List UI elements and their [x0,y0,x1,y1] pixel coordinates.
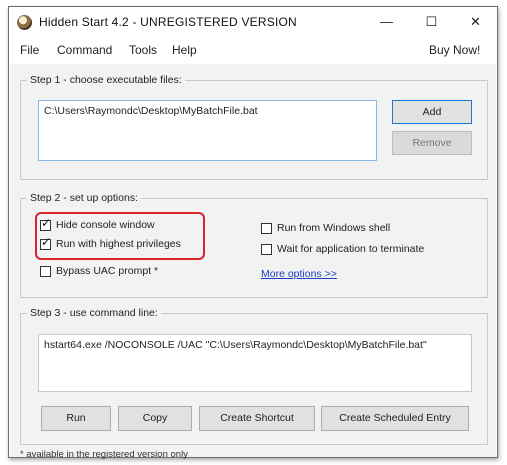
checkbox-box[interactable] [40,265,51,277]
create-scheduled-entry-button[interactable]: Create Scheduled Entry [321,406,469,431]
title-bar[interactable]: Hidden Start 4.2 - UNREGISTERED VERSION … [9,7,497,37]
minimize-button[interactable]: — [364,7,409,37]
menu-file[interactable]: File [20,43,39,57]
run-button[interactable]: Run [41,406,111,431]
footnote: * available in the registered version on… [20,449,188,460]
menu-bar: File Command Tools Help Buy Now! [9,40,497,60]
close-button[interactable]: ✕ [453,7,498,37]
hide-console-label: Hide console window [56,219,155,231]
highest-privileges-checkbox[interactable]: ✓ Run with highest privileges [40,234,181,250]
app-window: Hidden Start 4.2 - UNREGISTERED VERSION … [8,6,498,460]
checkmark-icon: ✓ [41,215,52,230]
file-list-item[interactable]: C:\Users\Raymondc\Desktop\MyBatchFile.ba… [44,105,258,117]
highest-privileges-label: Run with highest privileges [56,238,181,250]
menu-help[interactable]: Help [172,43,197,57]
add-button[interactable]: Add [392,100,472,124]
bypass-uac-checkbox[interactable]: Bypass UAC prompt * [40,265,158,277]
menu-buy-now[interactable]: Buy Now! [429,43,480,57]
checkbox-box[interactable]: ✓ [40,215,52,231]
create-shortcut-button[interactable]: Create Shortcut [199,406,315,431]
copy-button[interactable]: Copy [118,406,192,431]
remove-button[interactable]: Remove [392,131,472,155]
step2-legend: Step 2 - set up options: [30,192,138,204]
menu-tools[interactable]: Tools [129,43,157,57]
checkmark-icon: ✓ [41,234,52,249]
hide-console-checkbox[interactable]: ✓ Hide console window [40,215,155,231]
maximize-button[interactable]: ☐ [409,7,454,37]
client-area: Step 1 - choose executable files: C:\Use… [10,64,496,460]
command-line-text[interactable]: hstart64.exe /NOCONSOLE /UAC "C:\Users\R… [44,339,427,351]
app-icon [17,15,32,30]
window-title: Hidden Start 4.2 - UNREGISTERED VERSION [39,15,297,29]
wait-terminate-label: Wait for application to terminate [277,243,425,255]
bypass-uac-label: Bypass UAC prompt * [56,265,159,277]
checkbox-box[interactable] [261,243,272,255]
step1-legend: Step 1 - choose executable files: [30,74,182,86]
command-line-field[interactable]: hstart64.exe /NOCONSOLE /UAC "C:\Users\R… [38,334,472,392]
file-list[interactable]: C:\Users\Raymondc\Desktop\MyBatchFile.ba… [38,100,377,161]
step3-legend: Step 3 - use command line: [30,307,158,319]
checkbox-box[interactable] [261,222,272,234]
checkbox-box[interactable]: ✓ [40,234,52,250]
wait-terminate-checkbox[interactable]: Wait for application to terminate [261,243,424,255]
menu-command[interactable]: Command [57,43,112,57]
windows-shell-label: Run from Windows shell [277,222,391,234]
more-options-link[interactable]: More options >> [261,268,337,280]
windows-shell-checkbox[interactable]: Run from Windows shell [261,222,390,234]
